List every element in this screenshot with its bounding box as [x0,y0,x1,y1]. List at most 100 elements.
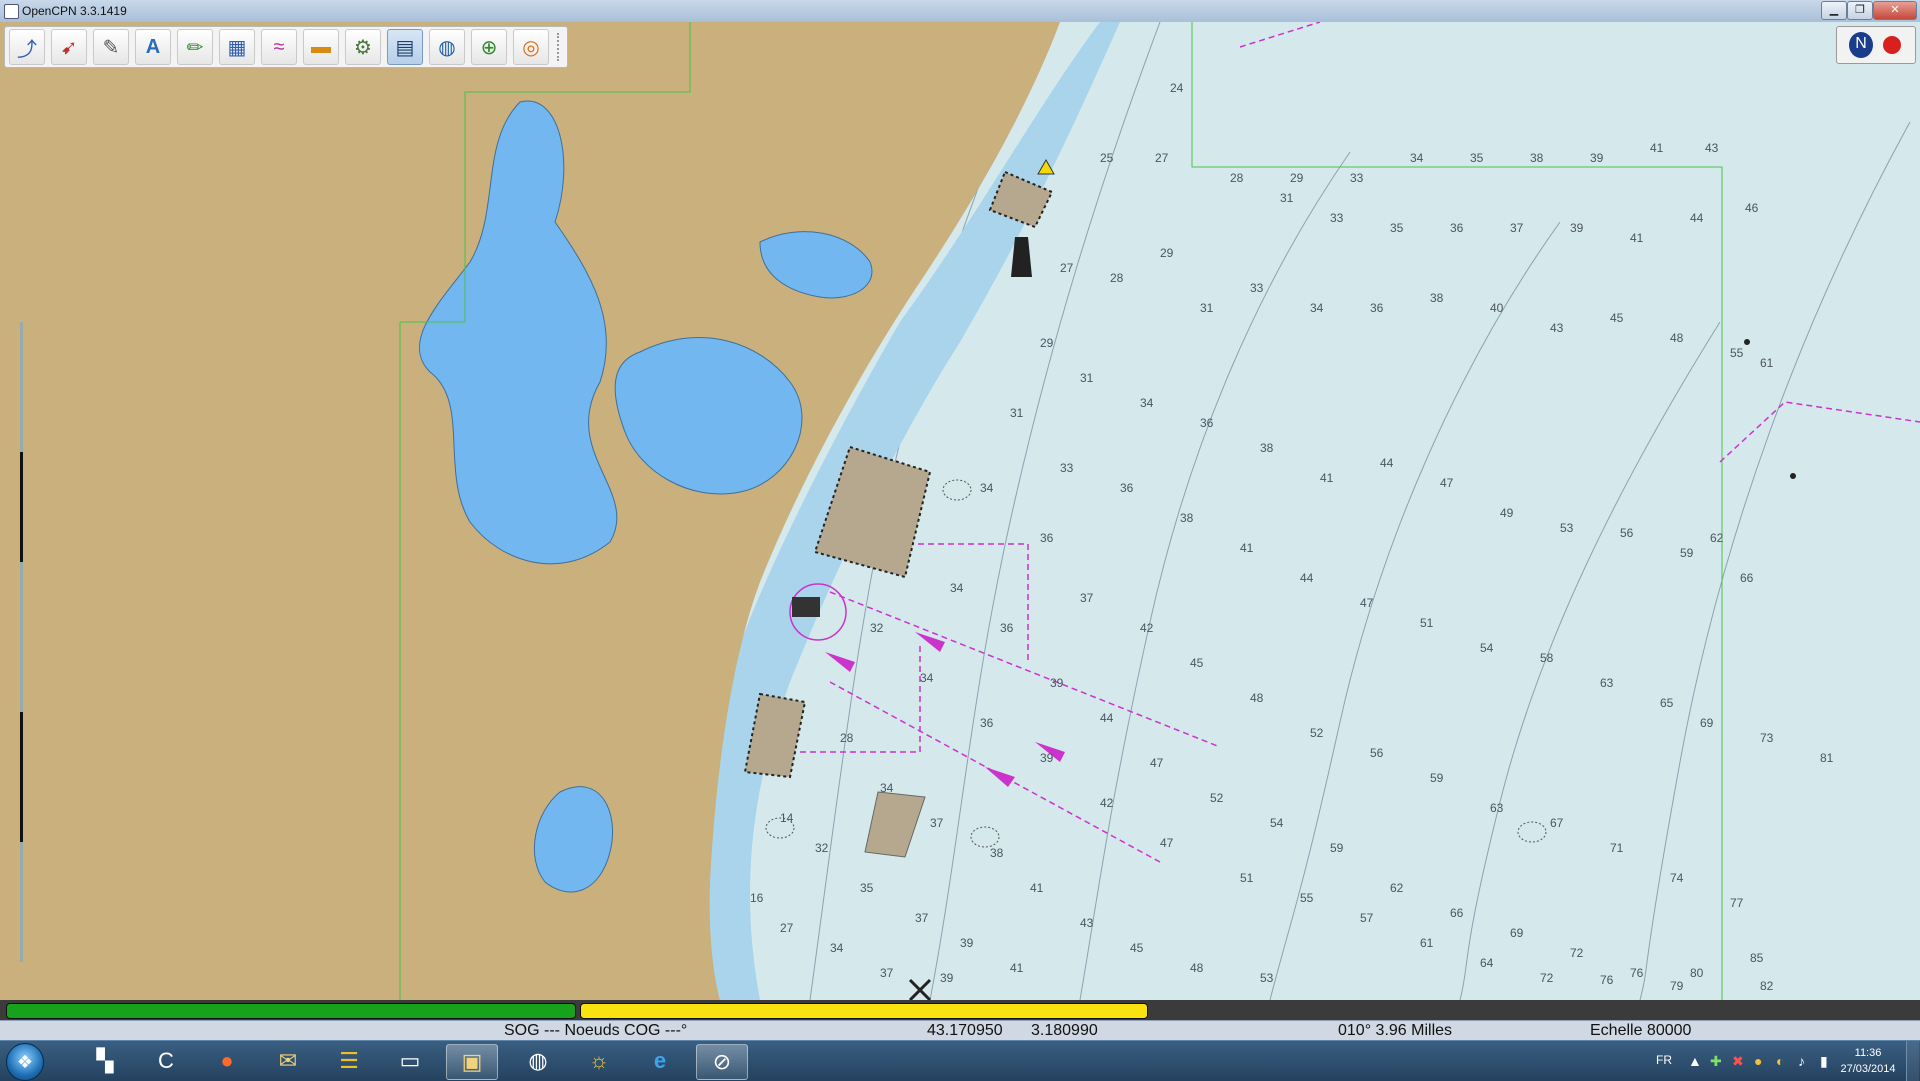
svg-text:44: 44 [1380,456,1394,470]
svg-text:34: 34 [1310,301,1324,315]
svg-text:43: 43 [1705,141,1719,155]
taskbar-app-1[interactable]: ▚ [80,1044,130,1078]
svg-text:45: 45 [1610,311,1624,325]
svg-text:40: 40 [1490,301,1504,315]
power-tray-icon[interactable]: ◐ [1776,1053,1784,1069]
svg-text:36: 36 [1000,621,1014,635]
piano-key-green[interactable] [6,1003,576,1019]
svg-text:37: 37 [880,966,894,980]
chart-layer-button[interactable]: ▬ [303,29,339,65]
globe-app-icon: ◍ [528,1048,548,1073]
clock-time: 11:36 [1854,1047,1882,1059]
taskbar-app-4[interactable]: ✉ [263,1044,313,1078]
svg-text:38: 38 [1530,151,1544,165]
vertical-range-bar [20,322,23,962]
piano-key-yellow[interactable] [580,1003,1148,1019]
svg-text:34: 34 [1410,151,1424,165]
svg-text:42: 42 [1140,621,1154,635]
svg-text:35: 35 [1390,221,1404,235]
svg-text:54: 54 [1480,641,1494,655]
taskbar-app-7[interactable]: ◍ [513,1044,563,1078]
ship-icon: ➹ [60,36,78,59]
svg-text:73: 73 [1760,731,1774,745]
minimize-button[interactable]: ▁ [1821,1,1847,20]
track-tool-button[interactable]: ▦ [219,29,255,65]
taskbar-app-opencpn[interactable]: ⊘ [696,1044,748,1080]
ship-tool-button[interactable]: ➹ [51,29,87,65]
sun-icon: ☼ [588,1048,610,1073]
taskbar-app-8[interactable]: ☼ [574,1044,624,1078]
svg-text:67: 67 [1550,816,1564,830]
update-tray-icon[interactable]: ● [1754,1053,1762,1069]
svg-text:27: 27 [780,921,794,935]
compass-widget[interactable]: N [1836,26,1916,64]
svg-text:76: 76 [1630,966,1644,980]
target-button[interactable]: ⊕ [471,29,507,65]
chart-piano-bar [0,1000,1920,1020]
svg-text:62: 62 [1710,531,1724,545]
svg-text:37: 37 [930,816,944,830]
svg-text:71: 71 [1610,841,1624,855]
svg-text:35: 35 [1470,151,1484,165]
svg-text:47: 47 [1360,596,1374,610]
svg-text:72: 72 [1540,971,1554,985]
signal-icon[interactable]: ▮ [1820,1053,1828,1070]
text-icon: A [145,35,161,58]
taskbar-app-2[interactable]: C [141,1044,191,1078]
svg-text:56: 56 [1370,746,1384,760]
window-title: OpenCPN 3.3.1419 [22,4,127,18]
start-button[interactable]: ❖ [6,1043,44,1081]
svg-text:28: 28 [840,731,854,745]
svg-text:38: 38 [1260,441,1274,455]
chart-canvas[interactable]: 25 27 24 28 29 33 34 35 38 39 41 43 31 33 35 36 37 3… [0,22,1920,1000]
svg-text:85: 85 [1750,951,1764,965]
volume-icon[interactable]: ♪ [1798,1053,1805,1069]
language-indicator[interactable]: FR [1656,1053,1672,1067]
svg-text:72: 72 [1570,946,1584,960]
svg-text:31: 31 [1080,371,1094,385]
svg-text:44: 44 [1100,711,1114,725]
measure-icon: ✎ [102,36,120,59]
close-button[interactable]: ✕ [1873,1,1917,20]
svg-text:28: 28 [1230,171,1244,185]
taskbar-app-browser[interactable]: e [635,1044,685,1078]
measure-tool-button[interactable]: ✎ [93,29,129,65]
svg-text:57: 57 [1360,911,1374,925]
show-desktop-button[interactable] [1906,1041,1919,1081]
settings-button[interactable]: ⚙ [345,29,381,65]
network-tray-icon[interactable]: ✚ [1710,1053,1722,1070]
show-hidden-icons-icon[interactable]: ▲ [1688,1053,1702,1069]
tide-tool-button[interactable]: ≈ [261,29,297,65]
error-tray-icon[interactable]: ✖ [1732,1053,1744,1070]
svg-text:31: 31 [1200,301,1214,315]
taskbar-app-5[interactable]: ☰ [324,1044,374,1078]
route-tool-button[interactable]: ⤴ [9,29,45,65]
svg-text:43: 43 [1080,916,1094,930]
svg-text:16: 16 [750,891,764,905]
dashboard-icon: ▤ [395,36,415,59]
svg-text:41: 41 [1010,961,1024,975]
svg-text:77: 77 [1730,896,1744,910]
range-bar-segment [20,712,23,842]
svg-text:35: 35 [860,881,874,895]
svg-text:32: 32 [870,621,884,635]
windows-flag-icon: ▚ [96,1048,114,1073]
taskbar-app-explorer[interactable]: ▣ [446,1044,498,1080]
taskbar-app-3[interactable]: ● [202,1044,252,1078]
svg-text:37: 37 [1080,591,1094,605]
dashboard-button[interactable]: ▤ [387,29,423,65]
text-tool-button[interactable]: A [135,29,171,65]
globe-button[interactable]: ◍ [429,29,465,65]
toolbar-grip[interactable] [557,33,563,61]
app-icon [4,4,19,19]
maximize-button[interactable]: ❐ [1847,1,1873,20]
svg-text:79: 79 [1670,979,1684,993]
clock[interactable]: 11:36 27/03/2014 [1838,1045,1898,1077]
svg-text:53: 53 [1260,971,1274,985]
lifebuoy-button[interactable]: ◎ [513,29,549,65]
taskbar-app-6[interactable]: ▭ [385,1044,435,1078]
pencil-tool-button[interactable]: ✏ [177,29,213,65]
svg-text:59: 59 [1680,546,1694,560]
route-icon: ⤴ [17,38,37,61]
svg-text:37: 37 [1510,221,1524,235]
